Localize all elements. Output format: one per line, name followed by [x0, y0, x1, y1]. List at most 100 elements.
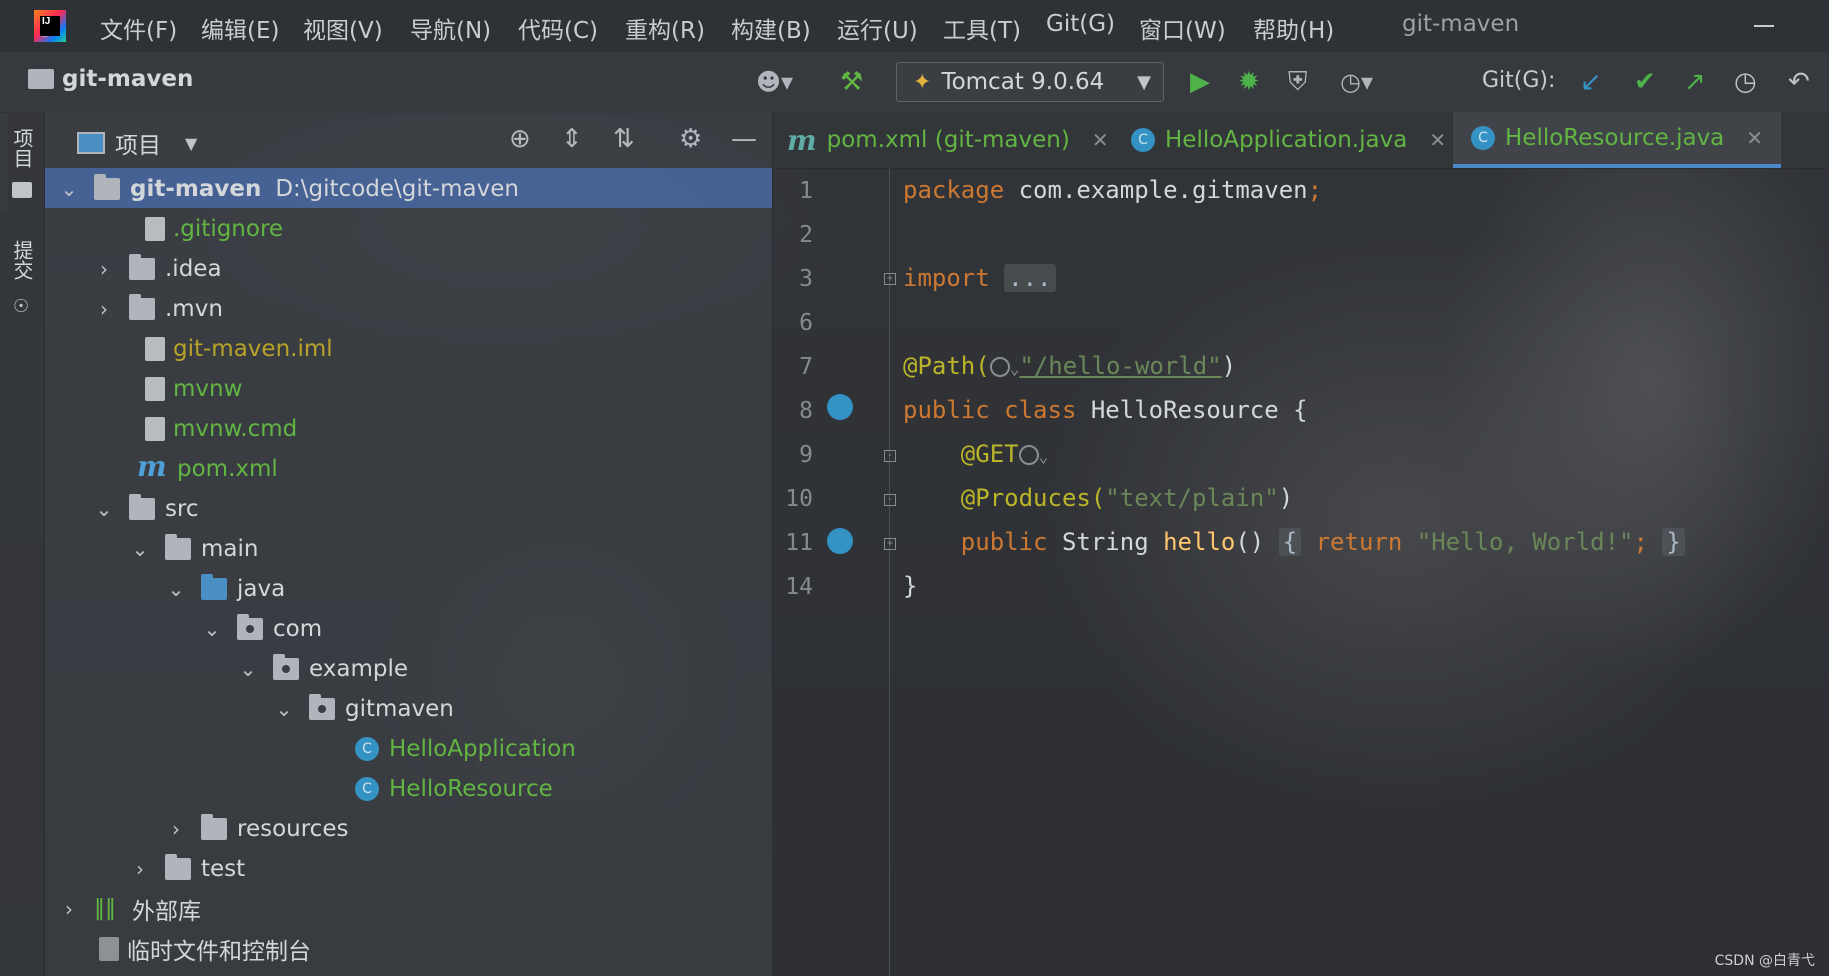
tree-item-main[interactable]: ⌄ main — [131, 530, 258, 568]
fold-toggle-icon[interactable]: + — [884, 538, 896, 550]
menu-git[interactable]: Git(G) — [1046, 11, 1115, 37]
code-line-7[interactable]: @Path(⌄"/hello-world") — [903, 352, 1236, 380]
tree-item-pom[interactable]: m pom.xml — [137, 450, 278, 488]
user-account-icon[interactable]: ☻▾ — [756, 68, 793, 96]
tree-item-gitignore[interactable]: .gitignore — [141, 210, 283, 248]
history-icon[interactable]: ◷ — [1734, 68, 1757, 96]
code-annotation: @Path( — [903, 352, 990, 380]
project-view-selector[interactable]: 项目 ▼ — [77, 126, 197, 160]
rollback-icon[interactable]: ↶ — [1788, 68, 1810, 96]
fold-toggle-icon[interactable]: - — [884, 450, 896, 462]
tree-item-label: HelloApplication — [389, 736, 576, 762]
tree-item-label: HelloResource — [389, 776, 553, 802]
line-number: 1 — [799, 178, 813, 204]
code-text: ) — [1278, 484, 1294, 512]
web-service-endpoint-icon[interactable] — [827, 528, 853, 554]
coverage-icon[interactable]: ⛨ — [1288, 68, 1308, 96]
folded-imports[interactable]: ... — [1004, 264, 1056, 292]
fold-toggle-icon[interactable]: - — [884, 494, 896, 506]
line-number: 14 — [785, 574, 813, 600]
git-update-icon[interactable]: ↙ — [1580, 68, 1602, 96]
git-push-icon[interactable]: ↗ — [1684, 68, 1706, 96]
tree-item-gitmaven[interactable]: ⌄ gitmaven — [275, 690, 454, 728]
menu-file[interactable]: 文件(F) — [100, 11, 177, 45]
tree-item-git-maven[interactable]: ⌄ git-maven D:\gitcode\git-maven — [60, 170, 519, 208]
profiler-icon[interactable]: ◷▾ — [1340, 68, 1373, 96]
menu-edit[interactable]: 编辑(E) — [201, 11, 279, 45]
code-line-11[interactable]: public String hello() { return "Hello, W… — [903, 528, 1685, 556]
code-line-10[interactable]: @Produces("text/plain") — [903, 484, 1293, 512]
menu-code[interactable]: 代码(C) — [518, 11, 598, 45]
tab-label: pom.xml (git-maven) — [826, 127, 1070, 153]
menu-build[interactable]: 构建(B) — [731, 11, 811, 45]
tab-pom-xml[interactable]: m pom.xml (git-maven) ✕ — [787, 112, 1109, 168]
code-string: "/hello-world" — [1019, 352, 1222, 380]
web-service-endpoint-icon[interactable] — [827, 394, 853, 420]
folder-icon — [12, 182, 32, 198]
menu-refactor[interactable]: 重构(R) — [625, 11, 705, 45]
project-tool-tab[interactable]: 项目 — [8, 128, 37, 168]
fold-toggle-icon[interactable]: + — [884, 273, 896, 285]
tree-item-external-libraries[interactable]: › ‖‖ 外部库 — [60, 890, 201, 928]
code-line-14[interactable]: } — [903, 572, 917, 600]
code-line-9[interactable]: @GET ⌄ — [903, 440, 1048, 468]
run-icon[interactable]: ▶ — [1190, 68, 1210, 96]
close-icon[interactable]: ✕ — [1746, 126, 1763, 150]
menu-bar: IJ _ 文件(F) 编辑(E) 视图(V) 导航(N) 代码(C) 重构(R) … — [0, 0, 1829, 52]
watermark-text: CSDN @白青弋 — [1714, 953, 1815, 969]
close-icon[interactable]: ✕ — [1092, 128, 1109, 152]
menu-view[interactable]: 视图(V) — [303, 11, 383, 45]
tree-item-mvnw[interactable]: mvnw — [141, 370, 242, 408]
globe-icon — [1018, 445, 1039, 465]
menu-run[interactable]: 运行(U) — [837, 11, 918, 45]
tree-item-src[interactable]: ⌄ src — [95, 490, 199, 528]
tree-item-test[interactable]: › test — [131, 850, 245, 888]
code-line-1[interactable]: package com.example.gitmaven; — [903, 176, 1322, 204]
tree-item-idea[interactable]: › .idea — [95, 250, 222, 288]
folded-brace[interactable]: { — [1278, 528, 1302, 556]
tab-helloresource[interactable]: C HelloResource.java ✕ — [1453, 112, 1782, 168]
close-icon[interactable]: ✕ — [1429, 128, 1446, 152]
tree-item-mvnw-cmd[interactable]: mvnw.cmd — [141, 410, 297, 448]
gear-icon[interactable]: ⚙ — [679, 124, 702, 154]
text-file-icon — [145, 417, 165, 441]
tree-item-helloapplication[interactable]: C HelloApplication — [355, 730, 576, 768]
chevron-down-icon: ⌄ — [1038, 447, 1049, 466]
tree-item-label: java — [237, 576, 286, 602]
menu-navigate[interactable]: 导航(N) — [410, 11, 491, 45]
code-line-8[interactable]: public class HelloResource { — [903, 396, 1308, 424]
tree-item-example[interactable]: ⌄ example — [239, 650, 408, 688]
commit-tool-tab[interactable]: 提交 — [8, 240, 37, 280]
tree-item-java[interactable]: ⌄ java — [167, 570, 285, 608]
tree-item-scratches[interactable]: 临时文件和控制台 — [95, 930, 311, 968]
git-commit-icon[interactable]: ✔ — [1634, 68, 1656, 96]
tree-item-helloresource[interactable]: C HelloResource — [355, 770, 553, 808]
code-string: "text/plain" — [1105, 484, 1279, 512]
chevron-down-icon: ⌄ — [131, 537, 149, 561]
folded-brace[interactable]: } — [1662, 528, 1685, 556]
run-configuration-select[interactable]: ✦ Tomcat 9.0.64 ▼ — [896, 62, 1164, 102]
menu-help[interactable]: 帮助(H) — [1253, 11, 1334, 45]
line-number: 9 — [799, 442, 813, 468]
debug-icon[interactable]: ✹ — [1238, 68, 1260, 96]
menu-tools[interactable]: 工具(T) — [943, 11, 1021, 45]
locate-icon[interactable]: ⊕ — [509, 124, 531, 154]
tree-item-label: pom.xml — [177, 456, 278, 482]
project-breadcrumb[interactable]: git-maven — [28, 66, 193, 92]
tree-item-resources[interactable]: › resources — [167, 810, 348, 848]
collapse-all-icon[interactable]: ⇅ — [613, 124, 635, 154]
git-label: Git(G): — [1482, 68, 1556, 93]
tree-item-iml[interactable]: git-maven.iml — [141, 330, 333, 368]
minimize-button[interactable] — [1754, 25, 1774, 27]
build-hammer-icon[interactable]: ⚒ — [840, 68, 863, 96]
menu-window[interactable]: 窗口(W) — [1139, 11, 1226, 45]
expand-all-icon[interactable]: ⇕ — [561, 124, 583, 154]
hide-panel-icon[interactable]: — — [731, 124, 757, 154]
tree-item-com[interactable]: ⌄ com — [203, 610, 322, 648]
line-number: 10 — [785, 486, 813, 512]
code-keyword: package — [903, 176, 1005, 204]
code-text: } — [903, 572, 918, 600]
tab-helloapplication[interactable]: C HelloApplication.java ✕ — [1131, 112, 1446, 168]
tree-item-mvn[interactable]: › .mvn — [95, 290, 223, 328]
code-line-3[interactable]: import ... — [903, 264, 1056, 292]
